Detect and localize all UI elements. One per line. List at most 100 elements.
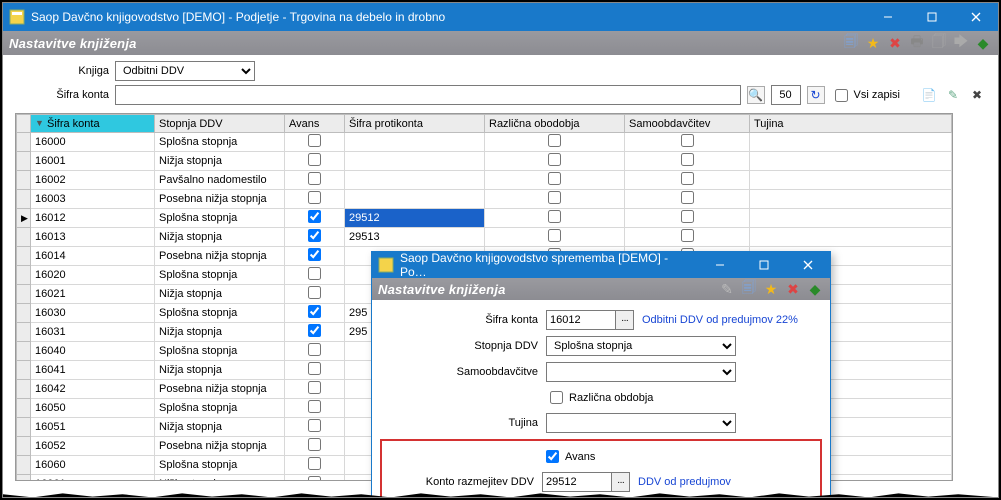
send-icon[interactable]: 🡆 bbox=[952, 34, 970, 52]
cell-razlicna[interactable] bbox=[485, 152, 625, 171]
cell-stopnja[interactable]: Posebna nižja stopnja bbox=[155, 437, 285, 456]
cell-stopnja[interactable]: Posebna nižja stopnja bbox=[155, 380, 285, 399]
cell-protikonta[interactable]: 29512 bbox=[345, 209, 485, 228]
cell-sifra-konta[interactable]: 16052 bbox=[31, 437, 155, 456]
cell-stopnja[interactable]: Splošna stopnja bbox=[155, 304, 285, 323]
cell-tujina[interactable] bbox=[750, 133, 952, 152]
dlg-konto-desc[interactable]: DDV od predujmov bbox=[638, 476, 731, 488]
cell-avans[interactable] bbox=[285, 209, 345, 228]
cell-avans[interactable] bbox=[285, 133, 345, 152]
dlg-konto-lookup[interactable]: ··· bbox=[612, 472, 630, 492]
cell-sifra-konta[interactable]: 16020 bbox=[31, 266, 155, 285]
cell-sifra-konta[interactable]: 16021 bbox=[31, 285, 155, 304]
cell-sifra-konta[interactable]: 16013 bbox=[31, 228, 155, 247]
cell-stopnja[interactable]: Posebna nižja stopnja bbox=[155, 190, 285, 209]
cell-avans[interactable] bbox=[285, 418, 345, 437]
dlg-avans-checkbox[interactable]: Avans bbox=[542, 447, 595, 466]
minimize-button[interactable] bbox=[866, 3, 910, 31]
col-razlicna-obodobja[interactable]: Različna obodobja bbox=[485, 115, 625, 133]
maximize-button[interactable] bbox=[910, 3, 954, 31]
cell-sifra-konta[interactable]: 16060 bbox=[31, 456, 155, 475]
close-button[interactable] bbox=[954, 3, 998, 31]
delete-record-icon[interactable]: ✖ bbox=[968, 86, 986, 104]
dlg-edit-icon[interactable]: ✎ bbox=[718, 280, 736, 298]
cell-avans[interactable] bbox=[285, 361, 345, 380]
dlg-help-icon[interactable]: ◆ bbox=[806, 280, 824, 298]
table-row[interactable]: 16002Pavšalno nadomestilo bbox=[17, 171, 952, 190]
cell-sifra-konta[interactable]: 16051 bbox=[31, 418, 155, 437]
dlg-razlicna-checkbox[interactable]: Različna obdobja bbox=[546, 388, 653, 407]
cell-sifra-konta[interactable]: 16014 bbox=[31, 247, 155, 266]
cell-samo[interactable] bbox=[625, 190, 750, 209]
cell-sifra-konta[interactable]: 16000 bbox=[31, 133, 155, 152]
dlg-samo-combo[interactable] bbox=[546, 362, 736, 382]
cell-sifra-konta[interactable]: 16003 bbox=[31, 190, 155, 209]
cell-protikonta[interactable] bbox=[345, 133, 485, 152]
refresh-icon[interactable]: ↻ bbox=[807, 86, 825, 104]
cell-stopnja[interactable]: Splošna stopnja bbox=[155, 133, 285, 152]
cell-avans[interactable] bbox=[285, 380, 345, 399]
cell-avans[interactable] bbox=[285, 152, 345, 171]
cell-sifra-konta[interactable]: 16031 bbox=[31, 323, 155, 342]
new-record-icon[interactable]: 📄 bbox=[920, 86, 938, 104]
vsi-zapisi-checkbox[interactable]: Vsi zapisi bbox=[831, 86, 900, 105]
table-row[interactable]: 16003Posebna nižja stopnja bbox=[17, 190, 952, 209]
cell-avans[interactable] bbox=[285, 323, 345, 342]
copy-icon[interactable]: 🗍 bbox=[930, 34, 948, 52]
cell-tujina[interactable] bbox=[750, 152, 952, 171]
dlg-tujina-combo[interactable] bbox=[546, 413, 736, 433]
cell-razlicna[interactable] bbox=[485, 171, 625, 190]
dlg-delete-icon[interactable]: ✖ bbox=[784, 280, 802, 298]
cell-razlicna[interactable] bbox=[485, 190, 625, 209]
cell-stopnja[interactable]: Pavšalno nadomestilo bbox=[155, 171, 285, 190]
cell-razlicna[interactable] bbox=[485, 133, 625, 152]
cell-razlicna[interactable] bbox=[485, 228, 625, 247]
cell-tujina[interactable] bbox=[750, 171, 952, 190]
dlg-minimize-button[interactable] bbox=[698, 252, 742, 278]
table-row[interactable]: 16001Nižja stopnja bbox=[17, 152, 952, 171]
cell-avans[interactable] bbox=[285, 228, 345, 247]
dlg-sifra-konta-desc[interactable]: Odbitni DDV od predujmov 22% bbox=[642, 314, 798, 326]
col-sifra-konta[interactable]: ▼Šifra konta bbox=[31, 115, 155, 133]
table-row[interactable]: ▶16012Splošna stopnja29512 bbox=[17, 209, 952, 228]
cell-samo[interactable] bbox=[625, 228, 750, 247]
cell-tujina[interactable] bbox=[750, 190, 952, 209]
cell-avans[interactable] bbox=[285, 190, 345, 209]
knjiga-combo[interactable]: Odbitni DDV bbox=[115, 61, 255, 81]
cell-stopnja[interactable]: Splošna stopnja bbox=[155, 342, 285, 361]
favorite-icon[interactable]: ★ bbox=[864, 34, 882, 52]
cell-stopnja[interactable]: Nižja stopnja bbox=[155, 418, 285, 437]
cell-avans[interactable] bbox=[285, 475, 345, 482]
cell-tujina[interactable] bbox=[750, 209, 952, 228]
col-tujina[interactable]: Tujina bbox=[750, 115, 952, 133]
cell-stopnja[interactable]: Nižja stopnja bbox=[155, 228, 285, 247]
cell-sifra-konta[interactable]: 16042 bbox=[31, 380, 155, 399]
cell-protikonta[interactable]: 29513 bbox=[345, 228, 485, 247]
dlg-stopnja-combo[interactable]: Splošna stopnja bbox=[546, 336, 736, 356]
cell-avans[interactable] bbox=[285, 171, 345, 190]
cell-sifra-konta[interactable]: 16001 bbox=[31, 152, 155, 171]
print-icon[interactable]: 🖶 bbox=[908, 34, 926, 52]
cell-avans[interactable] bbox=[285, 247, 345, 266]
cell-stopnja[interactable]: Splošna stopnja bbox=[155, 399, 285, 418]
cell-stopnja[interactable]: Nižja stopnja bbox=[155, 361, 285, 380]
cell-avans[interactable] bbox=[285, 399, 345, 418]
cell-stopnja[interactable]: Splošna stopnja bbox=[155, 266, 285, 285]
table-row[interactable]: 16013Nižja stopnja 29513 bbox=[17, 228, 952, 247]
cell-stopnja[interactable]: Nižja stopnja bbox=[155, 285, 285, 304]
cell-stopnja[interactable]: Posebna nižja stopnja bbox=[155, 247, 285, 266]
edit-record-icon[interactable]: ✎ bbox=[944, 86, 962, 104]
cell-stopnja[interactable]: Nižja stopnja bbox=[155, 152, 285, 171]
cell-sifra-konta[interactable]: 16040 bbox=[31, 342, 155, 361]
cell-sifra-konta[interactable]: 16061 bbox=[31, 475, 155, 482]
cell-sifra-konta[interactable]: 16002 bbox=[31, 171, 155, 190]
cell-tujina[interactable] bbox=[750, 228, 952, 247]
col-sifra-protikonta[interactable]: Šifra protikonta bbox=[345, 115, 485, 133]
cell-stopnja[interactable]: Splošna stopnja bbox=[155, 456, 285, 475]
cell-avans[interactable] bbox=[285, 266, 345, 285]
dlg-sifra-konta-input[interactable] bbox=[546, 310, 616, 330]
dlg-maximize-button[interactable] bbox=[742, 252, 786, 278]
cell-samo[interactable] bbox=[625, 171, 750, 190]
cell-sifra-konta[interactable]: 16041 bbox=[31, 361, 155, 380]
export-icon[interactable]: 🗐 bbox=[842, 34, 860, 52]
